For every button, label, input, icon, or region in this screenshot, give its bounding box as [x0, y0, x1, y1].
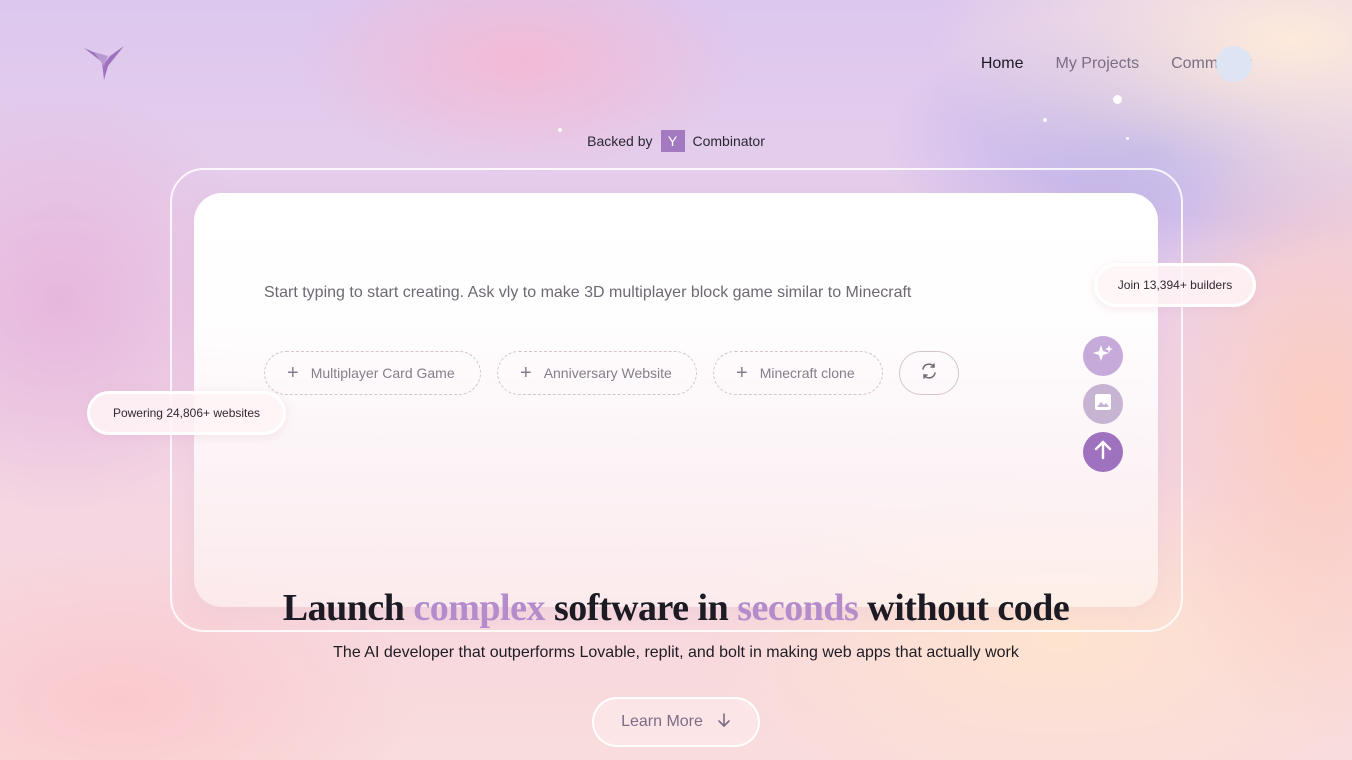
- sparkle-dot: [1043, 118, 1047, 122]
- nav-my-projects[interactable]: My Projects: [1056, 55, 1140, 73]
- headline-part: Launch: [282, 587, 414, 629]
- plus-icon: +: [736, 362, 748, 384]
- powering-websites-badge: Powering 24,806+ websites: [87, 391, 286, 435]
- attach-image-button[interactable]: [1083, 384, 1123, 424]
- backed-by-banner: Backed by Y Combinator: [0, 130, 1352, 152]
- refresh-icon: [920, 362, 938, 385]
- suggestion-minecraft-clone[interactable]: + Minecraft clone: [713, 351, 883, 395]
- main-nav: Home My Projects Community: [981, 46, 1252, 82]
- bird-logo-icon[interactable]: [82, 44, 126, 82]
- image-icon: [1093, 392, 1113, 417]
- headline-part: software in: [544, 587, 738, 629]
- prompt-input[interactable]: Start typing to start creating. Ask vly …: [264, 284, 1044, 302]
- hero-subhead: The AI developer that outperforms Lovabl…: [333, 644, 1019, 661]
- enhance-prompt-button[interactable]: [1083, 336, 1123, 376]
- backed-by-prefix: Backed by: [587, 133, 653, 149]
- arrow-down-icon: [717, 712, 731, 733]
- nav-home[interactable]: Home: [981, 55, 1024, 73]
- suggestion-multiplayer-card-game[interactable]: + Multiplayer Card Game: [264, 351, 481, 395]
- headline-accent: complex: [413, 587, 545, 629]
- plus-icon: +: [287, 362, 299, 384]
- join-builders-badge: Join 13,394+ builders: [1094, 263, 1256, 307]
- suggestion-label: Anniversary Website: [543, 365, 672, 381]
- learn-more-label: Learn More: [621, 713, 703, 730]
- sparkle-dot: [1113, 95, 1122, 104]
- yc-badge: Y: [660, 130, 685, 152]
- plus-icon: +: [520, 362, 532, 384]
- suggestion-label: Multiplayer Card Game: [310, 365, 455, 381]
- backed-by-suffix: Combinator: [692, 133, 765, 149]
- send-button[interactable]: [1083, 432, 1123, 472]
- refresh-suggestions-button[interactable]: [899, 351, 959, 395]
- headline-part: without code: [858, 587, 1070, 629]
- arrow-up-icon: [1092, 439, 1114, 466]
- headline-accent: seconds: [737, 587, 859, 629]
- learn-more-button[interactable]: Learn More: [592, 697, 760, 747]
- prompt-card: [194, 193, 1158, 607]
- sparkle-icon: [1092, 343, 1114, 370]
- suggestion-anniversary-website[interactable]: + Anniversary Website: [497, 351, 697, 395]
- hero-headline: Launch complex software in seconds witho…: [0, 586, 1352, 630]
- avatar[interactable]: [1216, 46, 1252, 82]
- suggestion-label: Minecraft clone: [759, 365, 855, 381]
